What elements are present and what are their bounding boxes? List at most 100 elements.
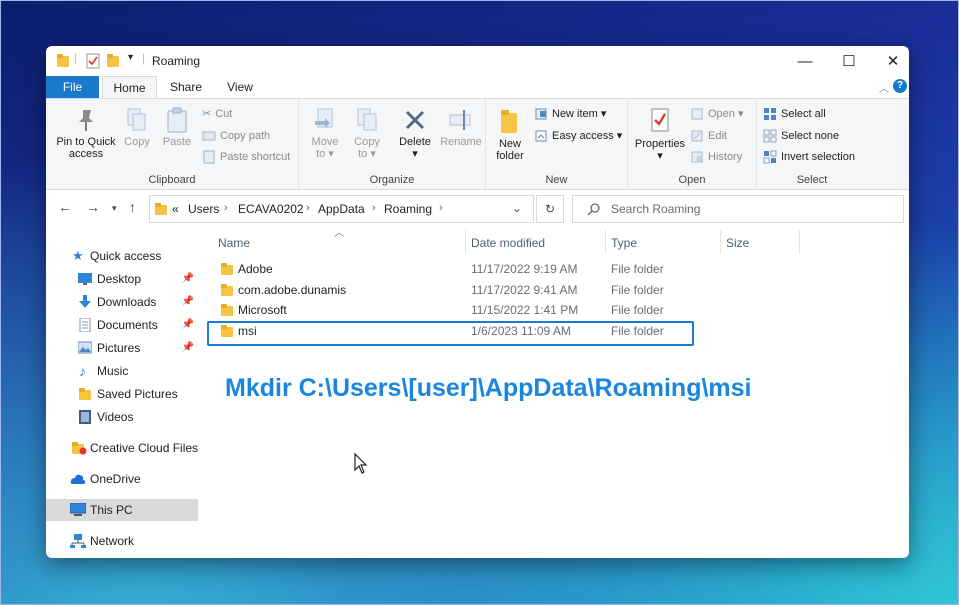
annotation-caption: Mkdir C:\Users\[user]\AppData\Roaming\ms… xyxy=(225,374,752,402)
up-arrow-icon[interactable]: ↑ xyxy=(129,199,136,215)
pin-icon[interactable]: 📌 xyxy=(182,268,194,290)
tab-view[interactable]: View xyxy=(218,76,262,98)
back-arrow-icon[interactable]: ← xyxy=(58,199,72,215)
search-box[interactable]: Search Roaming xyxy=(572,195,904,223)
breadcrumb-roaming[interactable]: Roaming xyxy=(384,202,432,216)
breadcrumb-separator-icon[interactable]: › xyxy=(372,202,376,214)
recent-locations-icon[interactable]: ▾ xyxy=(112,203,117,214)
move-to-button[interactable]: Move to ▾ xyxy=(307,107,343,160)
star-icon: ★ xyxy=(72,248,84,263)
column-header-type[interactable]: Type xyxy=(611,236,637,250)
breadcrumb-separator-icon[interactable]: › xyxy=(306,202,310,214)
new-folder-quick-icon[interactable] xyxy=(106,53,120,69)
collapse-ribbon-icon[interactable]: ︿ xyxy=(879,80,889,95)
cut-button[interactable]: ✂ Cut xyxy=(202,105,232,123)
column-divider[interactable] xyxy=(799,230,800,254)
new-folder-button[interactable]: New folder xyxy=(490,107,530,162)
breadcrumb-separator-icon[interactable]: › xyxy=(439,202,443,214)
properties-quick-icon[interactable] xyxy=(86,53,100,69)
nav-item-network[interactable]: Network xyxy=(46,530,198,552)
file-row-com-adobe-dunamis[interactable]: com.adobe.dunamis 11/17/2022 9:41 AM Fil… xyxy=(214,280,704,300)
nav-item-this-pc[interactable]: This PC xyxy=(46,499,198,521)
pin-to-quick-access-button[interactable]: Pin to Quick access xyxy=(50,107,122,160)
help-icon[interactable]: ? xyxy=(893,79,907,93)
pin-icon[interactable]: 📌 xyxy=(182,337,194,359)
history-button[interactable]: History xyxy=(690,148,742,166)
music-icon: ♪ xyxy=(79,363,86,379)
ribbon: Pin to Quick access Copy Paste ✂ Cut Copy… xyxy=(46,98,909,190)
rename-button[interactable]: Rename xyxy=(439,107,483,148)
new-item-button[interactable]: New item ▾ xyxy=(534,105,606,123)
tab-home[interactable]: Home xyxy=(102,76,157,99)
edit-icon xyxy=(691,130,703,142)
close-button[interactable]: ✕ xyxy=(878,50,908,72)
copy-label: Copy xyxy=(124,136,150,148)
nav-item-creative-cloud-files[interactable]: Creative Cloud Files xyxy=(46,437,198,459)
easy-access-button[interactable]: Easy access ▾ xyxy=(534,127,622,145)
customize-quick-access-icon[interactable]: ▾ xyxy=(128,52,133,68)
nav-label: This PC xyxy=(90,503,133,517)
properties-icon xyxy=(651,108,669,132)
refresh-button[interactable]: ↻ xyxy=(536,195,564,223)
tab-file[interactable]: File xyxy=(46,76,99,98)
nav-item-saved-pictures[interactable]: Saved Pictures xyxy=(46,383,198,405)
tab-share[interactable]: Share xyxy=(164,76,208,98)
desktop-icon xyxy=(78,273,92,285)
address-dropdown-icon[interactable]: ⌄ xyxy=(512,201,522,215)
network-icon xyxy=(70,534,86,548)
folder-icon xyxy=(57,54,69,67)
easy-access-icon xyxy=(535,130,547,142)
nav-item-desktop[interactable]: Desktop 📌 xyxy=(46,268,198,290)
breadcrumb-ecava0202[interactable]: ECAVA0202 xyxy=(238,202,304,216)
nav-label: Network xyxy=(90,534,135,548)
mouse-cursor-icon xyxy=(354,453,368,474)
nav-item-downloads[interactable]: Downloads 📌 xyxy=(46,291,198,313)
breadcrumb-separator-icon[interactable]: › xyxy=(224,202,228,214)
cloud-icon xyxy=(70,474,86,484)
invert-selection-label: Invert selection xyxy=(781,151,855,163)
easy-access-label: Easy access xyxy=(552,130,614,142)
select-none-button[interactable]: Select none xyxy=(763,127,839,145)
nav-item-documents[interactable]: Documents 📌 xyxy=(46,314,198,336)
select-all-button[interactable]: Select all xyxy=(763,105,826,123)
column-divider[interactable] xyxy=(605,230,606,254)
copy-path-button[interactable]: Copy path xyxy=(202,127,270,145)
search-placeholder: Search Roaming xyxy=(611,202,701,216)
paste-icon xyxy=(167,107,187,133)
delete-label: Delete xyxy=(399,136,431,148)
forward-arrow-icon[interactable]: → xyxy=(86,199,100,215)
nav-item-videos[interactable]: Videos xyxy=(46,406,198,428)
copy-button[interactable]: Copy xyxy=(120,107,154,148)
file-type: File folder xyxy=(611,283,664,297)
invert-selection-button[interactable]: Invert selection xyxy=(763,148,855,166)
open-button[interactable]: Open ▾ xyxy=(690,105,744,123)
nav-item-onedrive[interactable]: OneDrive xyxy=(46,468,198,490)
paste-button[interactable]: Paste xyxy=(160,107,194,148)
pin-icon[interactable]: 📌 xyxy=(182,314,194,336)
address-bar[interactable]: « Users › ECAVA0202 › AppData › Roaming … xyxy=(149,195,534,223)
column-header-size[interactable]: Size xyxy=(726,236,749,250)
edit-button[interactable]: Edit xyxy=(690,127,727,145)
column-header-date-modified[interactable]: Date modified xyxy=(471,236,545,250)
pin-icon[interactable]: 📌 xyxy=(182,291,194,313)
nav-label: Quick access xyxy=(90,249,162,263)
nav-item-quick-access[interactable]: ★ Quick access xyxy=(46,245,198,267)
properties-button[interactable]: Properties ▾ xyxy=(632,107,688,162)
breadcrumb-appdata[interactable]: AppData xyxy=(318,202,365,216)
delete-button[interactable]: Delete ▾ xyxy=(395,107,435,160)
breadcrumb-users[interactable]: Users xyxy=(188,202,219,216)
window-title: Roaming xyxy=(152,54,201,68)
paste-shortcut-button[interactable]: Paste shortcut xyxy=(202,148,290,166)
breadcrumb-overflow[interactable]: « xyxy=(172,202,179,216)
column-divider[interactable] xyxy=(720,230,721,254)
nav-item-pictures[interactable]: Pictures 📌 xyxy=(46,337,198,359)
column-divider[interactable] xyxy=(465,230,466,254)
file-row-adobe[interactable]: Adobe 11/17/2022 9:19 AM File folder xyxy=(214,259,704,279)
clipboard-group: Pin to Quick access Copy Paste ✂ Cut Copy… xyxy=(46,99,299,189)
minimize-button[interactable]: — xyxy=(790,50,820,72)
copy-to-button[interactable]: Copy to ▾ xyxy=(349,107,385,160)
file-row-microsoft[interactable]: Microsoft 11/15/2022 1:41 PM File folder xyxy=(214,300,704,320)
maximize-button[interactable]: ☐ xyxy=(834,50,864,72)
column-header-name[interactable]: Name xyxy=(218,236,250,250)
nav-item-music[interactable]: ♪ Music xyxy=(46,360,198,382)
